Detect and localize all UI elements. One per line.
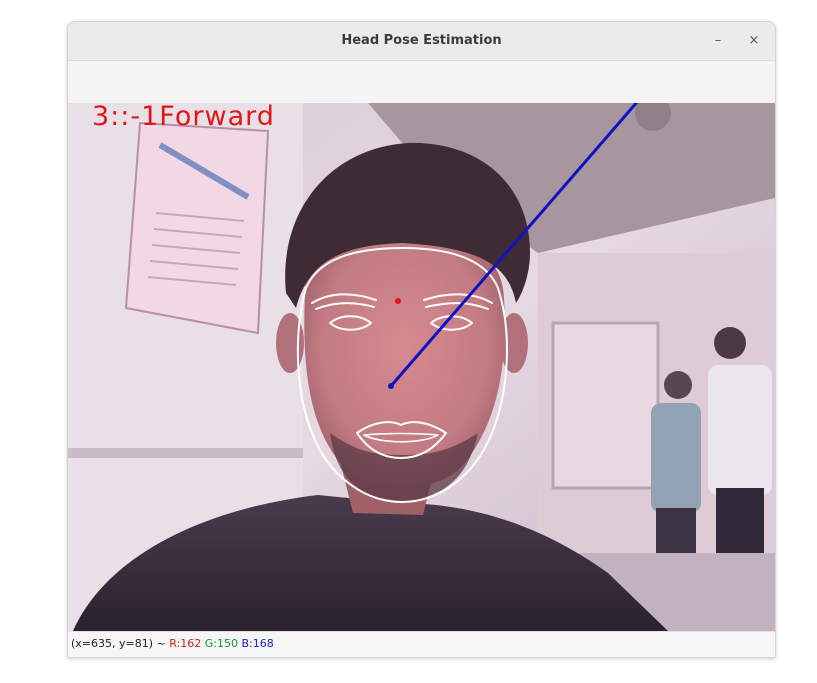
forehead-marker [395,298,401,304]
wall-rail [68,448,303,458]
toolbar [68,61,775,103]
title-bar[interactable]: Head Pose Estimation – × [68,22,775,61]
cursor-coords: (x=635, y=81) ~ [71,637,166,650]
blue-value: B:168 [241,637,274,650]
door-frame [551,321,660,490]
pose-label: 3::-1Forward [92,103,275,132]
pixel-readout: (x=635, y=81) ~ R:162 G:150 B:168 [71,637,274,650]
camera-view[interactable]: 3::-1Forward [68,103,775,631]
app-window: Head Pose Estimation – × 3::-1Forward (x… [67,21,776,658]
window-title: Head Pose Estimation [341,33,502,48]
green-value: G:150 [204,637,238,650]
camera-frame: 3::-1Forward [68,103,775,631]
wall-poster [124,121,270,335]
red-value: R:162 [169,637,202,650]
close-button[interactable]: × [744,31,764,51]
status-bar: (x=635, y=81) ~ R:162 G:150 B:168 [68,631,775,657]
minimize-button[interactable]: – [708,31,728,51]
